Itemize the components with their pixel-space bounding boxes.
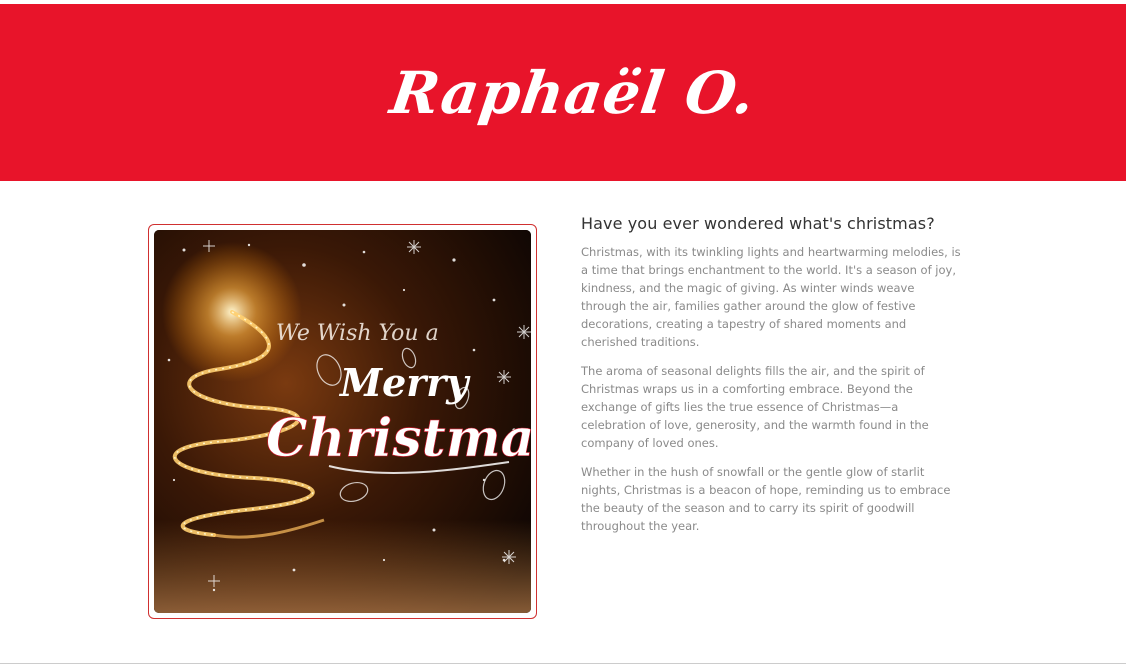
article-paragraph-1: Christmas, with its twinkling lights and… xyxy=(581,245,961,349)
greeting-line-2: Merry xyxy=(338,360,471,405)
christmas-image-frame: We Wish You a Merry Christmas xyxy=(148,224,537,619)
article-paragraph-3: Whether in the hush of snowfall or the g… xyxy=(581,465,951,533)
christmas-article: Have you ever wondered what's christmas?… xyxy=(581,214,961,546)
site-logo[interactable]: Raphaël O. xyxy=(386,59,759,127)
main-content: We Wish You a Merry Christmas Have you e… xyxy=(0,181,1126,664)
greeting-line-3: Christmas xyxy=(266,408,531,469)
header-banner: Raphaël O. xyxy=(0,4,1126,181)
greeting-line-1: We Wish You a xyxy=(276,321,439,346)
section-divider xyxy=(0,663,1126,664)
article-heading: Have you ever wondered what's christmas? xyxy=(581,214,935,233)
christmas-tree-illustration: We Wish You a Merry Christmas xyxy=(154,230,531,613)
article-paragraph-2: The aroma of seasonal delights fills the… xyxy=(581,364,929,450)
christmas-image: We Wish You a Merry Christmas xyxy=(154,230,531,613)
